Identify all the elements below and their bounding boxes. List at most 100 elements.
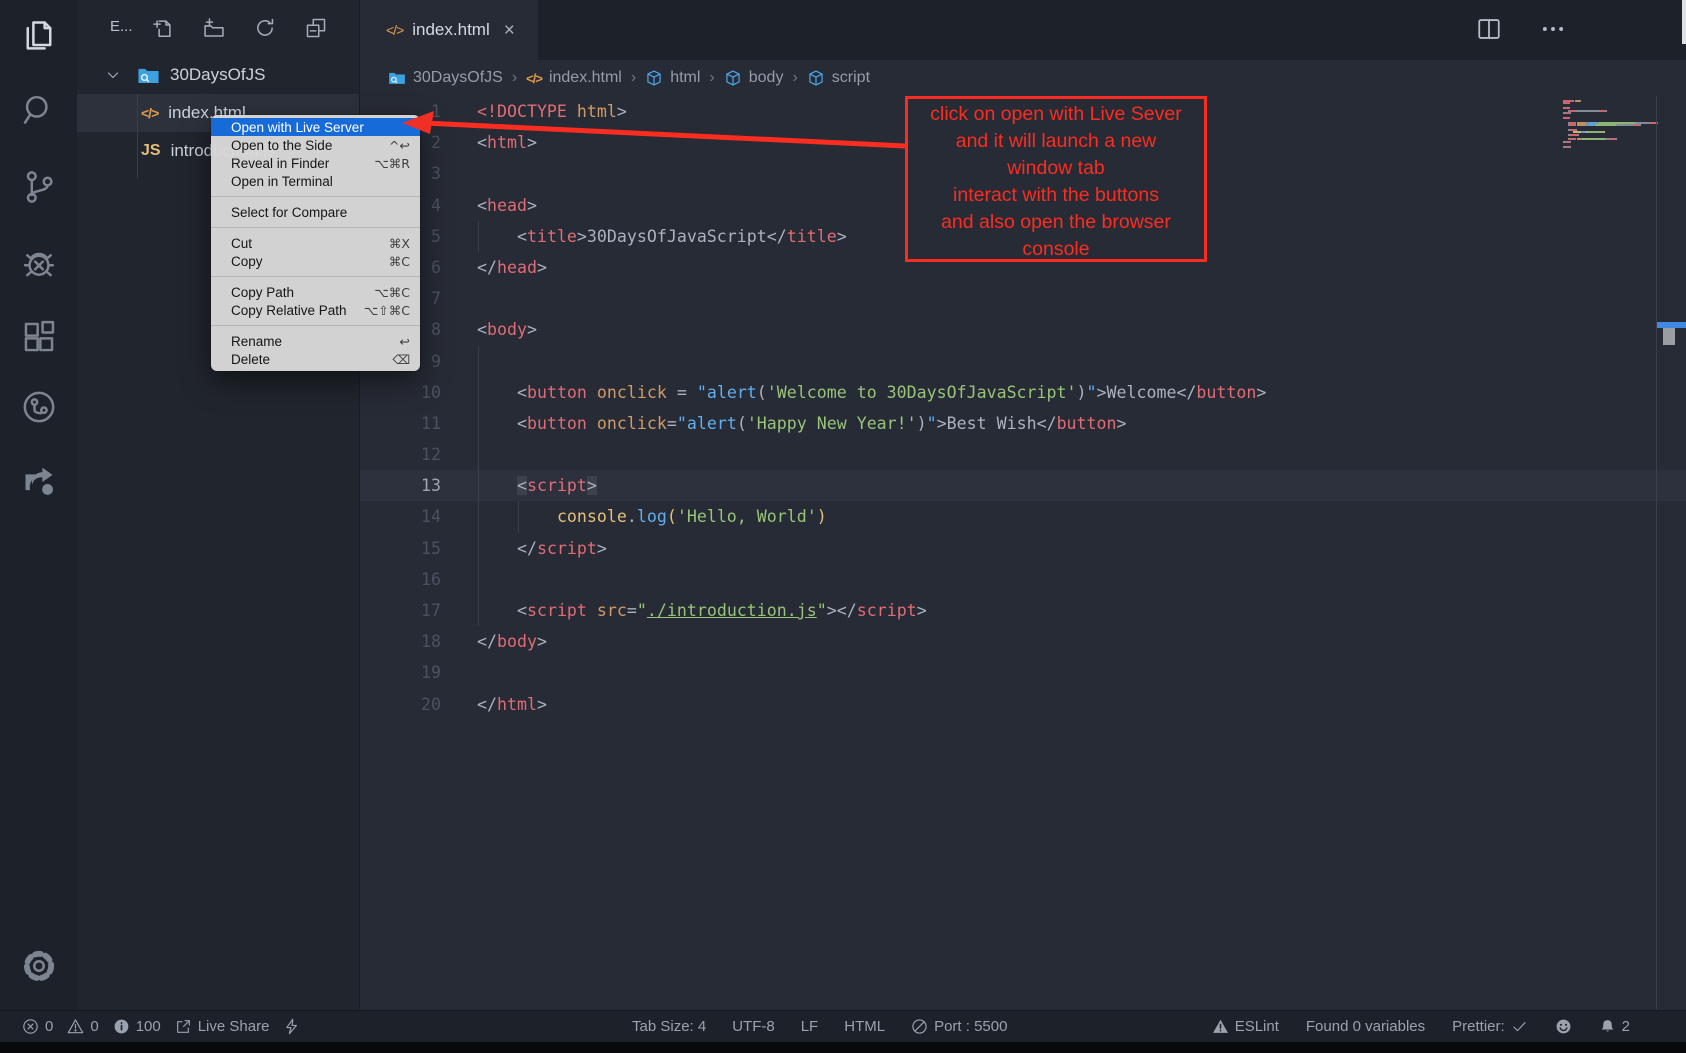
more-actions-icon[interactable] bbox=[1540, 16, 1566, 42]
breadcrumb-item-html[interactable]: html bbox=[645, 69, 700, 87]
code-line[interactable]: 16 bbox=[360, 564, 1686, 595]
run-debug-icon[interactable] bbox=[0, 235, 77, 291]
menu-item-open-to-the-side[interactable]: Open to the Side^↩ bbox=[211, 136, 420, 154]
menu-item-open-in-terminal[interactable]: Open in Terminal bbox=[211, 172, 420, 190]
menu-item-copy-path[interactable]: Copy Path⌥⌘C bbox=[211, 283, 420, 301]
explorer-icon[interactable] bbox=[0, 8, 77, 64]
split-editor-icon[interactable] bbox=[1476, 16, 1502, 42]
warnfill-icon bbox=[1212, 1018, 1229, 1035]
breadcrumb-item-index-html[interactable]: </>index.html bbox=[526, 69, 622, 87]
menu-item-copy[interactable]: Copy⌘C bbox=[211, 252, 420, 270]
menu-item-label: Reveal in Finder bbox=[231, 156, 329, 171]
breadcrumb-separator: › bbox=[709, 69, 714, 87]
scrollbar-thumb[interactable] bbox=[1663, 328, 1675, 345]
breadcrumb-item-script[interactable]: script bbox=[807, 69, 870, 87]
annotation-text: window tab bbox=[908, 155, 1204, 182]
minimap-line bbox=[1577, 124, 1585, 126]
indent-guide bbox=[478, 346, 479, 377]
breadcrumb-label: index.html bbox=[549, 69, 622, 87]
code-line-content: <head> bbox=[441, 190, 537, 221]
status-bar: 00 100 Live Share Tab Size: 4 UTF-8 LF HTML Po… bbox=[0, 1010, 1686, 1042]
refresh-icon[interactable] bbox=[254, 17, 276, 39]
tabstrip-scrollbar[interactable] bbox=[1682, 0, 1686, 44]
bell-icon bbox=[1599, 1018, 1616, 1035]
eslint-status[interactable]: ESLint bbox=[1212, 1018, 1279, 1035]
code-line[interactable]: 17 <script src="./introduction.js"></scr… bbox=[360, 595, 1686, 626]
activity-bar bbox=[0, 0, 77, 1010]
menu-item-label: Select for Compare bbox=[231, 205, 347, 220]
explorer-header: E... bbox=[77, 0, 359, 56]
live-share-status[interactable]: Live Share bbox=[175, 1018, 270, 1035]
menu-item-rename[interactable]: Rename↩ bbox=[211, 332, 420, 350]
code-line[interactable]: 9 bbox=[360, 346, 1686, 377]
live-share-icon[interactable] bbox=[0, 452, 77, 508]
code-line[interactable]: 13 <script> bbox=[360, 470, 1686, 501]
encoding-status[interactable]: UTF-8 bbox=[732, 1018, 775, 1035]
breadcrumb-label: script bbox=[832, 69, 870, 87]
menu-item-reveal-in-finder[interactable]: Reveal in Finder⌥⌘R bbox=[211, 154, 420, 172]
collapse-all-icon[interactable] bbox=[305, 17, 327, 39]
menu-item-copy-relative-path[interactable]: Copy Relative Path⌥⇧⌘C bbox=[211, 301, 420, 319]
feedback-status[interactable] bbox=[1555, 1018, 1572, 1035]
code-line-content: </body> bbox=[441, 626, 547, 657]
code-line[interactable]: 19 bbox=[360, 657, 1686, 688]
warnings-status[interactable]: 0 bbox=[67, 1018, 98, 1035]
language-status[interactable]: HTML bbox=[844, 1018, 885, 1035]
line-number: 18 bbox=[360, 626, 441, 657]
minimap-line bbox=[1604, 131, 1605, 133]
eol-status[interactable]: LF bbox=[801, 1018, 819, 1035]
new-file-icon[interactable] bbox=[152, 17, 174, 39]
minimap-line bbox=[1570, 134, 1577, 136]
port-status[interactable]: Port : 5500 bbox=[911, 1018, 1007, 1035]
code-line[interactable]: 8<body> bbox=[360, 314, 1686, 345]
breadcrumb-item-body[interactable]: body bbox=[724, 69, 784, 87]
editor-actions bbox=[1476, 16, 1566, 42]
line-number: 15 bbox=[360, 533, 441, 564]
status-text: ESLint bbox=[1235, 1018, 1279, 1035]
menu-item-delete[interactable]: Delete⌫ bbox=[211, 350, 420, 368]
menu-item-select-for-compare[interactable]: Select for Compare bbox=[211, 203, 420, 221]
minimap[interactable] bbox=[1563, 100, 1655, 220]
indent-guide bbox=[478, 470, 479, 501]
menu-item-label: Copy bbox=[231, 254, 263, 269]
status-text: Found 0 variables bbox=[1306, 1018, 1425, 1035]
code-line[interactable]: 18</body> bbox=[360, 626, 1686, 657]
code-line[interactable]: 7 bbox=[360, 283, 1686, 314]
menu-item-label: Copy Relative Path bbox=[231, 303, 347, 318]
code-line[interactable]: 12 bbox=[360, 439, 1686, 470]
code-line-content bbox=[441, 657, 477, 688]
js-file-icon: JS bbox=[141, 142, 161, 160]
source-control-icon[interactable] bbox=[0, 159, 77, 215]
gitlens-icon[interactable] bbox=[0, 379, 77, 435]
tree-root-folder[interactable]: 30DaysOfJS bbox=[77, 56, 359, 94]
code-line[interactable]: 20</html> bbox=[360, 689, 1686, 720]
search-icon[interactable] bbox=[0, 82, 77, 138]
code-line-content bbox=[441, 283, 477, 314]
line-number: 16 bbox=[360, 564, 441, 595]
bolt-status[interactable] bbox=[283, 1018, 300, 1035]
tab-close-icon[interactable]: × bbox=[504, 21, 515, 40]
errors-status[interactable]: 0 bbox=[22, 1018, 53, 1035]
infos-status[interactable]: 100 bbox=[113, 1018, 161, 1035]
menu-item-open-with-live-server[interactable]: Open with Live Server bbox=[211, 118, 420, 136]
code-line-content: </head> bbox=[441, 252, 547, 283]
tab-size-status[interactable]: Tab Size: 4 bbox=[632, 1018, 706, 1035]
breadcrumb-item-30daysofjs[interactable]: 30DaysOfJS bbox=[388, 69, 503, 87]
variables-status[interactable]: Found 0 variables bbox=[1306, 1018, 1425, 1035]
minimap-line bbox=[1570, 112, 1571, 114]
settings-gear-icon[interactable] bbox=[0, 938, 77, 994]
code-line[interactable]: 10 <button onclick = "alert('Welcome to … bbox=[360, 377, 1686, 408]
code-line[interactable]: 15 </script> bbox=[360, 533, 1686, 564]
code-line[interactable]: 11 <button onclick="alert('Happy New Yea… bbox=[360, 408, 1686, 439]
line-number: 10 bbox=[360, 377, 441, 408]
extensions-icon[interactable] bbox=[0, 309, 77, 365]
menu-item-cut[interactable]: Cut⌘X bbox=[211, 234, 420, 252]
code-line-content: <script src="./introduction.js"></script… bbox=[441, 595, 927, 626]
notifications-status[interactable]: 2 bbox=[1599, 1018, 1630, 1035]
code-line[interactable]: 14 console.log('Hello, World') bbox=[360, 501, 1686, 532]
tab-index-html[interactable]: </> index.html × bbox=[360, 0, 538, 60]
indent-guide bbox=[478, 501, 479, 532]
prettier-status[interactable]: Prettier: bbox=[1452, 1018, 1528, 1035]
indent-guide bbox=[478, 595, 479, 626]
new-folder-icon[interactable] bbox=[203, 17, 225, 39]
